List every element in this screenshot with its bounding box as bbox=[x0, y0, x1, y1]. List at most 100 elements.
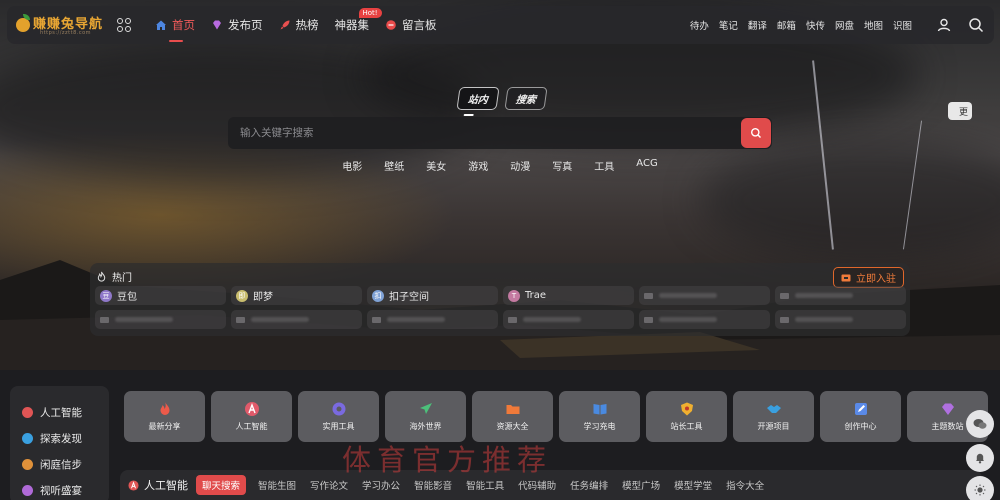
category-card-opensource[interactable]: 开源项目 bbox=[733, 391, 814, 442]
category-sidebar: 人工智能 探索发现 闲庭信步 视听盛宴 bbox=[10, 386, 109, 500]
ad-slot-placeholder[interactable] bbox=[367, 310, 498, 329]
hot-site-kouzi[interactable]: 扣 扣子空间 bbox=[367, 286, 498, 305]
ai-icon bbox=[128, 479, 139, 491]
category-card-overseas[interactable]: 海外世界 bbox=[385, 391, 466, 442]
quick-link[interactable]: 工具 bbox=[594, 158, 614, 173]
tab-code[interactable]: 代码辅助 bbox=[518, 478, 556, 492]
tab-image-gen[interactable]: 智能生图 bbox=[258, 478, 296, 492]
nav-link-transfer[interactable]: 快传 bbox=[806, 18, 825, 32]
site-label: 即梦 bbox=[253, 292, 273, 303]
tab-workflow[interactable]: 任务编排 bbox=[570, 478, 608, 492]
sidebar-item-ai[interactable]: 人工智能 bbox=[10, 399, 109, 425]
quick-search-links: 电影 壁纸 美女 游戏 动漫 写真 工具 ACG bbox=[0, 158, 1000, 173]
tab-model-square[interactable]: 模型广场 bbox=[622, 478, 660, 492]
site-label: 扣子空间 bbox=[389, 292, 429, 303]
search-tab-site[interactable]: 站内 bbox=[456, 87, 500, 110]
hot-site-jimeng[interactable]: 即 即梦 bbox=[231, 286, 362, 305]
search-icon[interactable] bbox=[968, 17, 984, 33]
quick-link[interactable]: 美女 bbox=[426, 158, 446, 173]
ad-slot-placeholder[interactable] bbox=[231, 310, 362, 329]
category-card-creation[interactable]: 创作中心 bbox=[820, 391, 901, 442]
category-card-latest[interactable]: 最新分享 bbox=[124, 391, 205, 442]
nav-item-label: 发布页 bbox=[228, 18, 263, 32]
nav-link-mail[interactable]: 邮箱 bbox=[777, 18, 796, 32]
user-icon[interactable] bbox=[936, 17, 952, 33]
category-card-learning[interactable]: 学习充电 bbox=[559, 391, 640, 442]
quick-link[interactable]: 动漫 bbox=[510, 158, 530, 173]
quick-link[interactable]: 壁纸 bbox=[384, 158, 404, 173]
sidebar-item-leisure[interactable]: 闲庭信步 bbox=[10, 451, 109, 477]
category-label: 主题数站 bbox=[931, 422, 964, 431]
nav-link-todo[interactable]: 待办 bbox=[690, 18, 709, 32]
nav-link-translate[interactable]: 翻译 bbox=[748, 18, 767, 32]
hot-badge: Hot! bbox=[358, 8, 382, 18]
nav-item-trending[interactable]: 热榜 bbox=[279, 6, 319, 44]
ad-slot-placeholder[interactable] bbox=[775, 286, 906, 305]
top-navigation-bar: 赚赚兔导航 https://zztt8.com 首页 发布页 热榜 神器集 Ho… bbox=[7, 6, 994, 44]
sidebar-item-explore[interactable]: 探索发现 bbox=[10, 425, 109, 451]
ad-icon bbox=[780, 316, 789, 323]
main-menu: 首页 发布页 热榜 神器集 Hot! 留言板 bbox=[155, 6, 453, 44]
category-card-resources[interactable]: 资源大全 bbox=[472, 391, 553, 442]
category-card-tools[interactable]: 实用工具 bbox=[298, 391, 379, 442]
search-bar bbox=[228, 117, 772, 149]
tab-office[interactable]: 学习办公 bbox=[362, 478, 400, 492]
nav-item-home[interactable]: 首页 bbox=[155, 6, 195, 44]
search-button[interactable] bbox=[741, 118, 771, 148]
category-label: 海外世界 bbox=[409, 422, 442, 431]
apps-grid-icon[interactable] bbox=[117, 18, 131, 32]
wechat-float-button[interactable] bbox=[966, 410, 994, 438]
sidebar-item-label: 视听盛宴 bbox=[40, 484, 82, 497]
chat-bubble-icon bbox=[386, 20, 396, 30]
rocket-icon bbox=[280, 20, 289, 30]
brand-url: https://zztt8.com bbox=[40, 30, 92, 36]
folder-icon bbox=[506, 405, 519, 414]
tab-media[interactable]: 智能影音 bbox=[414, 478, 452, 492]
fire-icon bbox=[160, 402, 169, 415]
quick-link[interactable]: 电影 bbox=[342, 158, 362, 173]
ad-slot-placeholder[interactable] bbox=[639, 286, 770, 305]
category-label: 开源项目 bbox=[757, 422, 790, 431]
ad-slot-placeholder[interactable] bbox=[639, 310, 770, 329]
hot-site-trae[interactable]: T Trae bbox=[503, 286, 634, 305]
search-input[interactable] bbox=[228, 117, 741, 149]
category-card-ai[interactable]: 人工智能 bbox=[211, 391, 292, 442]
notification-float-button[interactable] bbox=[966, 444, 994, 472]
blurred-text bbox=[795, 293, 853, 298]
quick-link[interactable]: ACG bbox=[636, 158, 657, 173]
nav-item-toolkit[interactable]: 神器集 Hot! bbox=[335, 6, 382, 44]
site-logo[interactable]: 赚赚兔导航 https://zztt8.com bbox=[16, 10, 111, 40]
ad-slot-placeholder[interactable] bbox=[775, 310, 906, 329]
bear-icon bbox=[22, 458, 33, 470]
sidebar-item-label: 探索发现 bbox=[40, 432, 82, 445]
quick-link[interactable]: 游戏 bbox=[468, 158, 488, 173]
category-card-webmaster[interactable]: 站长工具 bbox=[646, 391, 727, 442]
tab-chat-search[interactable]: 聊天搜索 bbox=[196, 475, 247, 495]
theme-toggle-button[interactable] bbox=[966, 476, 994, 500]
nav-link-map[interactable]: 地图 bbox=[864, 18, 883, 32]
join-button[interactable]: 立即入驻 bbox=[833, 267, 904, 288]
tab-smart-tools[interactable]: 智能工具 bbox=[466, 478, 504, 492]
sidebar-item-media[interactable]: 视听盛宴 bbox=[10, 477, 109, 500]
hot-title: 热门 bbox=[112, 273, 132, 284]
ad-slot-placeholder[interactable] bbox=[503, 310, 634, 329]
hot-site-doubao[interactable]: 豆 豆包 bbox=[95, 286, 226, 305]
nav-link-drive[interactable]: 网盘 bbox=[835, 18, 854, 32]
quick-link[interactable]: 写真 bbox=[552, 158, 572, 173]
category-label: 最新分享 bbox=[148, 422, 181, 431]
ad-icon bbox=[644, 292, 653, 299]
blurred-text bbox=[523, 317, 581, 322]
more-button[interactable]: 更 bbox=[948, 102, 972, 120]
nav-item-publish[interactable]: 发布页 bbox=[211, 6, 263, 44]
tab-writing[interactable]: 写作论文 bbox=[310, 478, 348, 492]
nav-item-guestbook[interactable]: 留言板 bbox=[385, 6, 437, 44]
ad-slot-placeholder[interactable] bbox=[95, 310, 226, 329]
fire-icon bbox=[97, 271, 106, 282]
search-tab-web[interactable]: 搜索 bbox=[504, 87, 548, 110]
search-mode-tabs: 站内 搜索 bbox=[456, 87, 548, 110]
tab-prompts[interactable]: 指令大全 bbox=[726, 478, 764, 492]
ai-icon bbox=[22, 406, 33, 418]
tab-model-school[interactable]: 模型学堂 bbox=[674, 478, 712, 492]
nav-link-image-search[interactable]: 识图 bbox=[893, 18, 912, 32]
nav-link-notes[interactable]: 笔记 bbox=[719, 18, 738, 32]
